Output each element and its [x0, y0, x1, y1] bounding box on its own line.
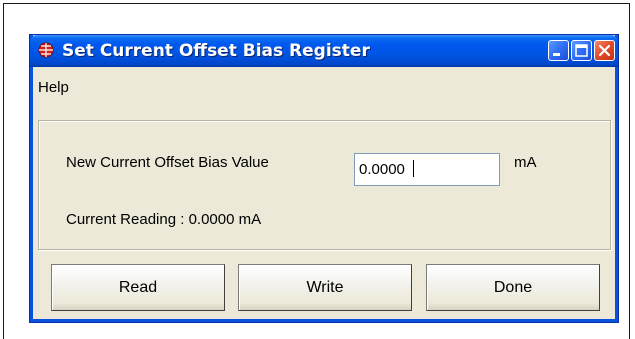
text-caret	[413, 160, 414, 177]
title-bar[interactable]: Set Current Offset Bias Register	[30, 35, 618, 67]
maximize-button[interactable]	[571, 40, 592, 61]
menu-help[interactable]: Help	[35, 76, 72, 100]
read-button[interactable]: Read	[51, 264, 225, 311]
write-button[interactable]: Write	[238, 264, 412, 311]
done-button[interactable]: Done	[426, 264, 600, 311]
minimize-icon	[553, 53, 560, 56]
window-title: Set Current Offset Bias Register	[62, 41, 370, 61]
close-icon	[598, 44, 611, 57]
new-value-label: New Current Offset Bias Value	[66, 154, 269, 171]
current-reading-text: Current Reading : 0.0000 mA	[66, 211, 262, 228]
red-globe-icon	[38, 42, 54, 58]
close-button[interactable]	[594, 40, 615, 61]
menu-bar: Help	[33, 76, 615, 100]
unit-label: mA	[514, 154, 537, 171]
offset-bias-input[interactable]	[354, 153, 500, 186]
minimize-button[interactable]	[548, 40, 569, 61]
maximize-icon	[575, 44, 588, 57]
value-panel	[38, 120, 611, 250]
